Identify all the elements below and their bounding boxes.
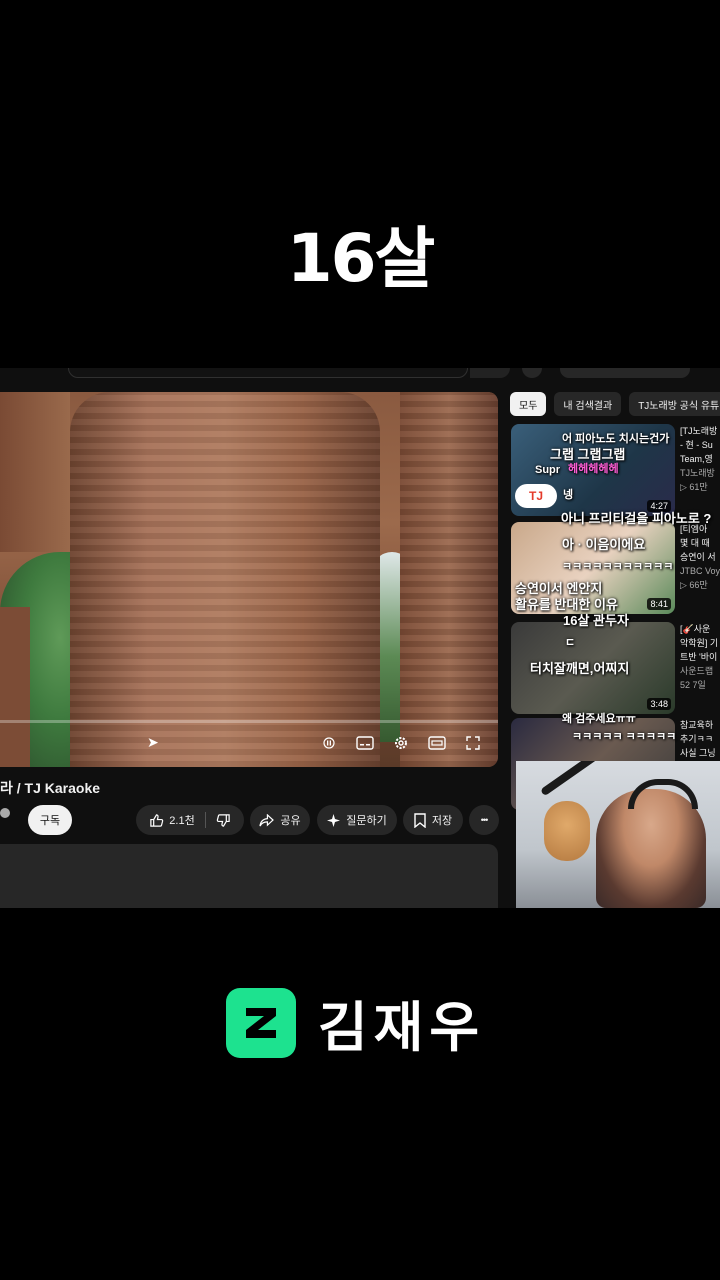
progress-bar[interactable] xyxy=(0,720,498,723)
meta-line: 트반 '바이 xyxy=(680,652,718,662)
webcam-overlay xyxy=(516,761,720,908)
bookmark-icon xyxy=(414,812,426,828)
fullscreen-icon[interactable] xyxy=(464,734,482,752)
share-icon xyxy=(259,813,275,827)
theater-mode-icon[interactable] xyxy=(428,734,446,752)
video-frame-wall xyxy=(0,392,70,552)
lightning-logo-icon xyxy=(226,987,296,1058)
dislike-button[interactable] xyxy=(216,813,231,828)
caption: 아니 프리티걸을 피아노로 ? xyxy=(561,511,712,526)
caption: 16살 관두자 xyxy=(563,613,629,628)
meta-line: 추기ㅋㅋ xyxy=(680,734,714,744)
meta-line: 참교육하 xyxy=(680,720,714,730)
channel-name: 김재우 xyxy=(318,996,486,1059)
caption: 터치잘깨면,어찌지 xyxy=(530,661,630,676)
verified-icon xyxy=(0,808,10,818)
subtitles-icon[interactable] xyxy=(356,734,374,752)
ask-button[interactable]: 질문하기 xyxy=(317,805,397,835)
overlay-title: 16살 xyxy=(286,220,436,297)
meta-line: [TJ노래방 xyxy=(680,426,718,436)
video-title: 라 / TJ Karaoke xyxy=(0,780,101,796)
tj-logo-badge: TJ xyxy=(515,484,557,508)
top-suggestion-pill[interactable] xyxy=(560,368,690,378)
search-button[interactable] xyxy=(470,368,510,378)
save-label: 저장 xyxy=(431,815,453,827)
teddy-bear xyxy=(544,801,590,861)
caption: 왜 검주세요ㅠㅠ xyxy=(562,713,636,725)
caption: ㅋㅋㅋㅋㅋ ㅋㅋㅋㅋㅋ xyxy=(572,731,677,743)
caption: ㄷ xyxy=(565,637,576,649)
meta-line: 승연이 서 xyxy=(680,552,716,562)
meta-views: ▷ 61만 xyxy=(680,482,708,492)
meta-views: ▷ 66만 xyxy=(680,580,708,590)
thumbs-up-icon xyxy=(150,813,164,827)
description-box[interactable] xyxy=(0,844,498,908)
video-frame-pillar-right xyxy=(400,392,498,767)
pause-icon[interactable] xyxy=(320,734,338,752)
meta-channel: JTBC Voy xyxy=(680,566,720,576)
meta-line: 악학원] 기 xyxy=(680,638,719,648)
settings-gear-icon[interactable] xyxy=(392,734,410,752)
headphones xyxy=(628,779,698,809)
related-video-meta-4[interactable]: 참교육하 추기ㅋㅋ 사실 그닝 xyxy=(680,718,720,760)
like-dislike-group: 2.1천 xyxy=(136,805,244,835)
like-count: 2.1천 xyxy=(169,815,195,827)
meta-channel: 사운드랩 xyxy=(680,666,714,676)
related-video-meta-3[interactable]: [🎸사운 악학원] 기 트반 '바이 사운드랩 52 7일 xyxy=(680,622,720,692)
like-button[interactable]: 2.1천 xyxy=(149,812,195,828)
mouse-cursor-icon: ➤ xyxy=(147,734,159,750)
search-input[interactable] xyxy=(68,368,468,378)
meta-line: Team,영 xyxy=(680,454,713,464)
share-label: 공유 xyxy=(280,815,301,827)
related-video-meta-1[interactable]: [TJ노래방 - 현 - Su Team,영 TJ노래방 ▷ 61만 xyxy=(680,424,720,494)
share-button[interactable]: 공유 xyxy=(250,805,310,835)
thumbs-down-icon xyxy=(216,813,230,827)
player-controls xyxy=(320,734,482,752)
meta-views: 52 7일 xyxy=(680,680,706,690)
chip-all[interactable]: 모두 xyxy=(510,392,547,416)
meta-line: - 현 - Su xyxy=(680,440,713,450)
screen-recording: ➤ 라 / TJ Karaoke 구독 2.1천 공유 질문하기 저장 ••• … xyxy=(0,368,720,908)
subscribe-button[interactable]: 구독 xyxy=(28,805,72,835)
filter-chips: 모두 내 검색결과 TJ노래방 공식 유튜 xyxy=(510,392,720,416)
channel-brand: 김재우 xyxy=(226,983,485,1062)
chip-tj-official[interactable]: TJ노래방 공식 유튜 xyxy=(629,392,720,416)
caption: 헤헤헤헤헤 xyxy=(568,463,619,475)
related-video-meta-2[interactable]: [티엠아 몇 대 때 승연이 서 JTBC Voy ▷ 66만 xyxy=(680,522,720,592)
video-frame-pillar xyxy=(70,392,380,767)
like-divider xyxy=(204,812,206,828)
more-dots-icon: ••• xyxy=(480,815,489,825)
meta-channel: TJ노래방 xyxy=(680,468,715,478)
caption: ㅋㅋㅋㅋㅋㅋㅋㅋㅋㅋㅋ xyxy=(562,561,674,573)
caption: 아 · 이음이에요 xyxy=(562,537,646,552)
meta-line: 사실 그닝 xyxy=(680,748,716,758)
caption: 넹 xyxy=(563,489,574,501)
save-button[interactable]: 저장 xyxy=(403,805,463,835)
ask-label: 질문하기 xyxy=(346,815,387,827)
meta-line: 몇 대 때 xyxy=(680,538,710,548)
caption: Supr xyxy=(535,464,561,476)
video-frame-wall-lower xyxy=(0,607,30,767)
chip-my-searches[interactable]: 내 검색결과 xyxy=(554,392,622,416)
sparkle-icon xyxy=(327,813,341,827)
video-duration: 8:41 xyxy=(647,598,671,610)
video-duration: 3:48 xyxy=(647,698,671,710)
more-actions-button[interactable]: ••• xyxy=(469,805,499,835)
microphone-arm xyxy=(540,761,602,797)
meta-line: [🎸사운 xyxy=(680,624,711,634)
video-player[interactable] xyxy=(0,392,498,767)
